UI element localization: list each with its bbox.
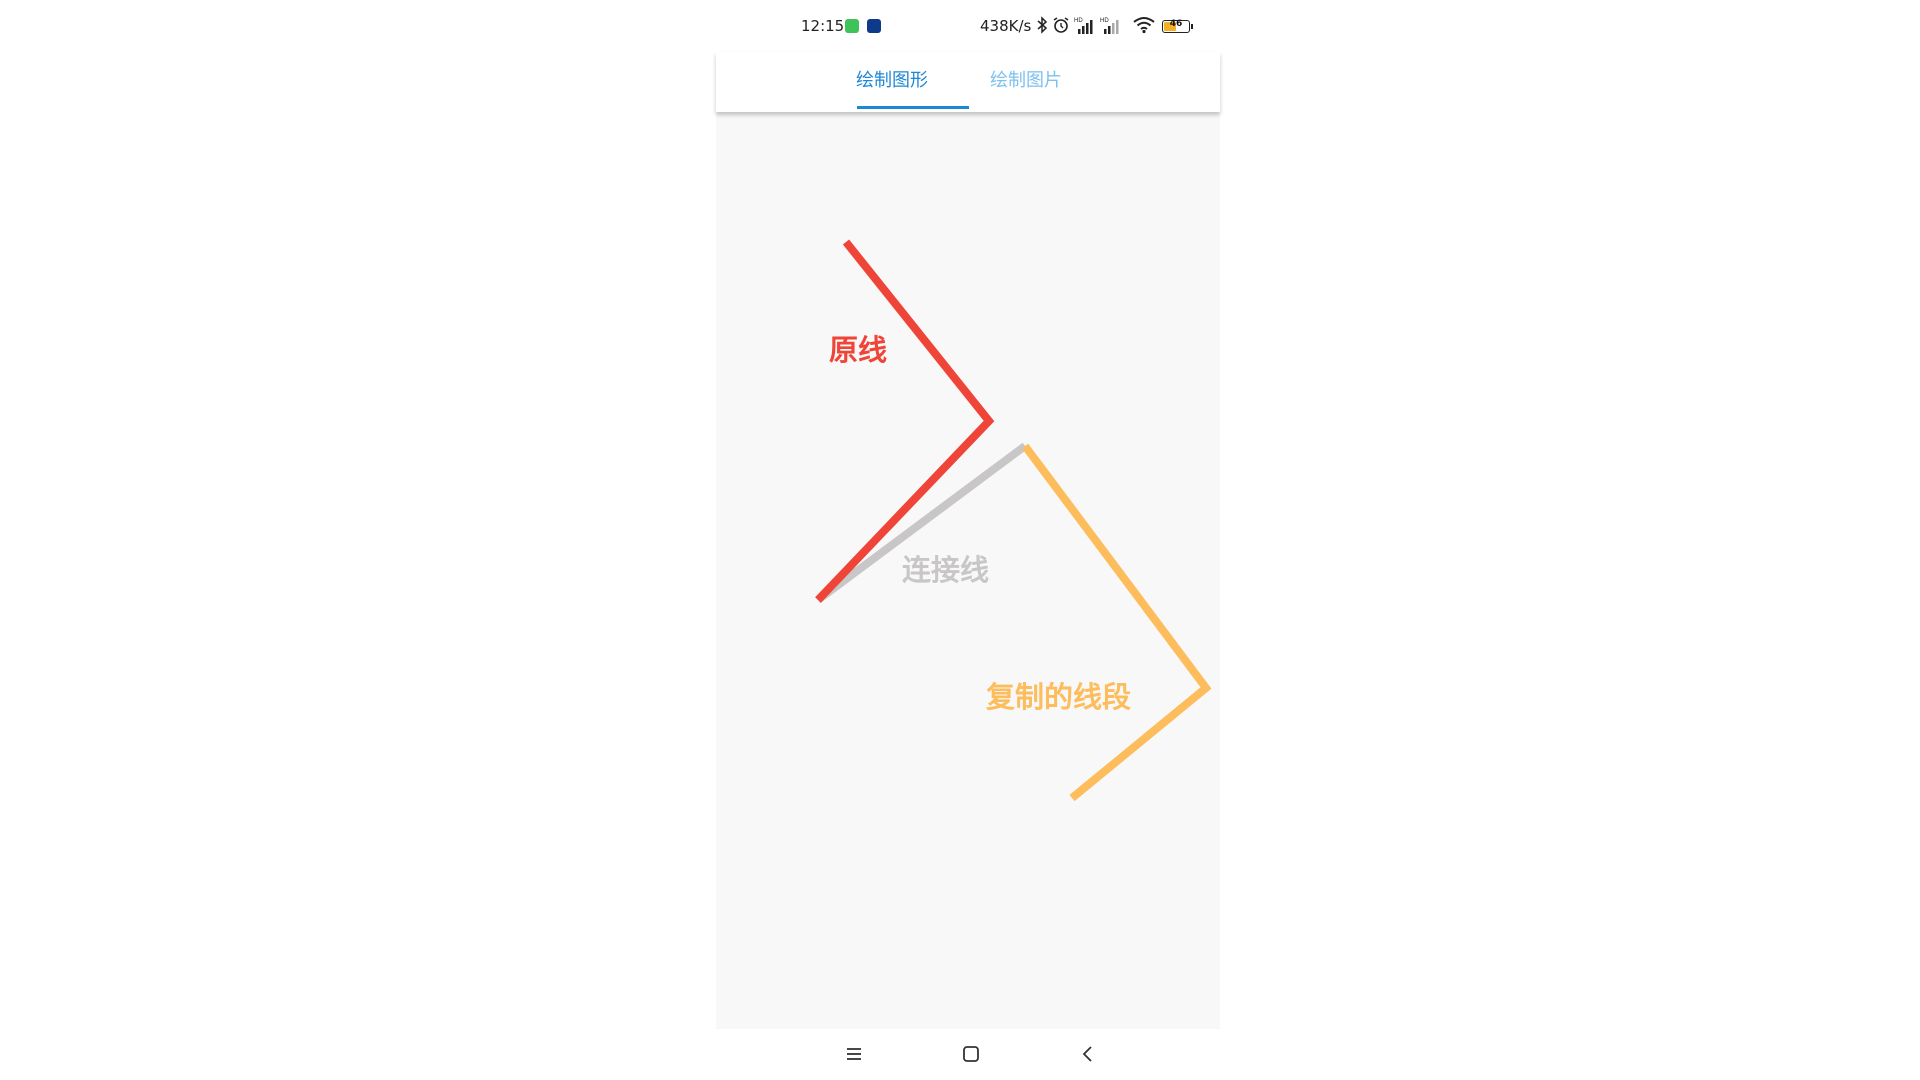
app-notification-icon bbox=[845, 19, 859, 33]
svg-text:HD: HD bbox=[1100, 18, 1109, 24]
svg-text:HD: HD bbox=[1074, 18, 1083, 24]
battery-level: 46 bbox=[1169, 19, 1183, 29]
drawing-canvas: 原线 连接线 复制的线段 bbox=[716, 112, 1220, 1029]
battery-cap bbox=[1191, 24, 1193, 29]
app-notification-icon bbox=[867, 19, 881, 33]
copied-line bbox=[1021, 443, 1212, 802]
bluetooth-icon bbox=[1037, 16, 1048, 34]
home-icon[interactable] bbox=[958, 1041, 984, 1067]
tab-draw-image[interactable]: 绘制图片 bbox=[990, 66, 1062, 92]
navigation-bar bbox=[716, 1029, 1220, 1080]
copied-segment-label: 复制的线段 bbox=[986, 680, 1132, 714]
wifi-icon bbox=[1133, 17, 1155, 34]
status-time: 12:15 bbox=[801, 17, 845, 35]
signal-icon: HD bbox=[1074, 18, 1093, 34]
phone-screen: 12:15 438K/s HD HD 46 绘制图形 绘制图片 原线 连接线 复… bbox=[716, 0, 1220, 1080]
alarm-icon bbox=[1053, 17, 1069, 33]
active-tab-indicator bbox=[857, 106, 969, 109]
back-icon[interactable] bbox=[1075, 1041, 1101, 1067]
tab-draw-shape[interactable]: 绘制图形 bbox=[856, 66, 928, 92]
signal-icon-secondary: HD bbox=[1100, 18, 1119, 34]
network-speed: 438K/s bbox=[980, 17, 1032, 35]
status-bar: 12:15 438K/s HD HD 46 bbox=[716, 0, 1220, 52]
battery-icon: 46 bbox=[1162, 19, 1190, 33]
connect-line-label: 连接线 bbox=[902, 553, 990, 587]
menu-icon[interactable] bbox=[841, 1041, 867, 1067]
tab-bar: 绘制图形 绘制图片 bbox=[716, 52, 1220, 112]
original-line-label: 原线 bbox=[829, 333, 888, 367]
